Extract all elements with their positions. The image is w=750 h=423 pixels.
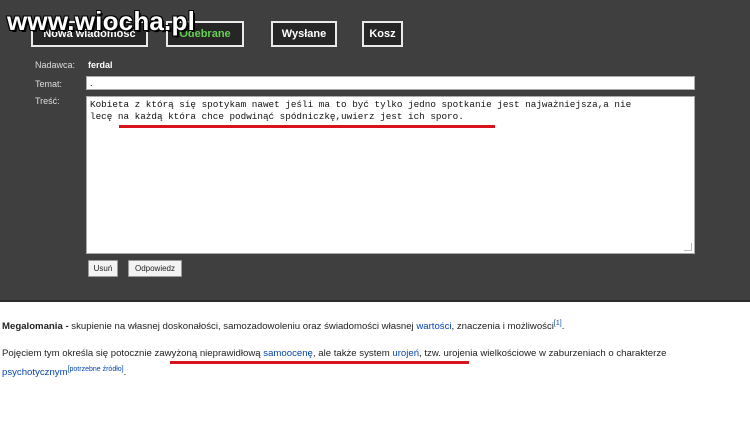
tab-trash[interactable]: Kosz [362,21,403,47]
red-underline-annotation-2 [170,361,469,364]
definition-text-2: , znaczenia i możliwości [451,321,554,332]
explanation-paragraph-cont: psychotycznym[potrzebne źródło]. [2,366,126,380]
tab-sent[interactable]: Wysłane [271,21,337,47]
red-underline-annotation [119,125,495,128]
link-urojen[interactable]: urojeń [392,348,419,359]
resize-grip-icon[interactable] [684,243,692,251]
reply-button[interactable]: Odpowiedz [128,260,182,277]
mail-panel: Nowa wiadomość Odebrane Wysłane Kosz www… [0,0,750,302]
subject-label: Temat: [35,79,63,89]
citation-needed[interactable]: [potrzebne źródło] [68,366,124,373]
message-body-line: lecę na każdą która chce podwinąć spódni… [90,111,464,122]
term-heading: Megalomania - [2,321,69,332]
link-wartosci[interactable]: wartości [416,321,451,332]
definition-text: skupienie na własnej doskonałości, samoz… [68,321,417,332]
delete-button[interactable]: Usuń [88,260,118,277]
explanation-paragraph: Pojęciem tym określa się potocznie zawyż… [2,347,666,361]
subject-field[interactable]: . [86,76,695,90]
explanation-text: Pojęciem tym określa się potocznie zawyż… [2,348,264,359]
message-body-textarea[interactable]: Kobieta z którą się spotykam nawet jeśli… [86,96,695,254]
link-samoocene[interactable]: samoocenę [263,348,313,359]
watermark: www.wiocha.pl [7,6,195,36]
link-psychotycznym[interactable]: psychotycznym [2,367,68,378]
tab-trash-label: Kosz [369,28,396,40]
definition-end: . [561,321,565,332]
reference-1[interactable]: [1] [554,320,562,327]
explanation-text-2: , ale także system [312,348,393,359]
message-body-line: Kobieta z którą się spotykam nawet jeśli… [90,99,632,110]
sender-label: Nadawca: [35,60,76,70]
explanation-text-3: , tzw. urojenia wielkościowe w zaburzeni… [419,348,667,359]
body-label: Treść: [35,96,60,106]
sender-value: ferdal [88,60,113,70]
explanation-end: . [123,367,127,378]
definition-paragraph: Megalomania - skupienie na własnej dosko… [2,320,564,334]
tab-sent-label: Wysłane [281,28,327,40]
